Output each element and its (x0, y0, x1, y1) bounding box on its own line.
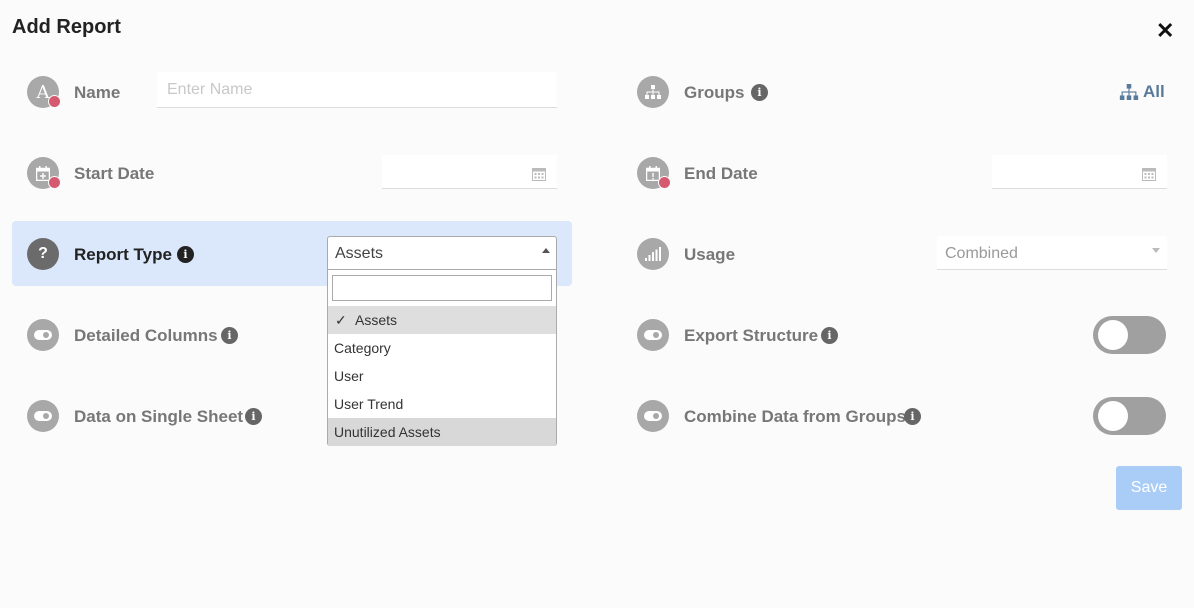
export-structure-info-icon[interactable]: i (821, 327, 838, 344)
combine-groups-info-icon[interactable]: i (904, 408, 921, 425)
option-assets[interactable]: ✓ Assets (328, 306, 556, 334)
option-user-trend[interactable]: User Trend (328, 390, 556, 418)
question-mark: ? (38, 245, 48, 262)
usage-selected: Combined (945, 245, 1018, 262)
chevron-down-icon[interactable] (1152, 248, 1160, 253)
report-type-dropdown: ✓ Assets Category User User Trend Unutil… (327, 270, 557, 446)
groups-label: Groups (684, 83, 745, 102)
usage-icon (637, 238, 669, 270)
signal-bars-icon (645, 247, 661, 261)
option-unutilized-assets[interactable]: Unutilized Assets (328, 418, 556, 446)
export-structure-toggle[interactable] (1093, 316, 1166, 354)
end-date-input[interactable] (992, 155, 1167, 189)
data-single-sheet-label: Data on Single Sheet (74, 407, 244, 426)
required-indicator (48, 176, 61, 189)
combine-groups-toggle[interactable] (1093, 397, 1166, 435)
save-button[interactable]: Save (1116, 466, 1182, 510)
toggle-icon (644, 411, 662, 421)
toggle-field-icon (637, 400, 669, 432)
calendar-icon[interactable] (532, 167, 546, 181)
toggle-knob (1098, 320, 1128, 350)
option-user[interactable]: User (328, 362, 556, 390)
start-date-input[interactable] (382, 155, 557, 189)
report-type-info-icon[interactable]: i (177, 246, 194, 263)
toggle-field-icon (637, 319, 669, 351)
name-label: Name (74, 83, 121, 102)
usage-label: Usage (684, 245, 736, 264)
toggle-field-icon (27, 319, 59, 351)
data-single-sheet-info-icon[interactable]: i (245, 408, 262, 425)
report-type-selected: Assets (335, 245, 384, 262)
option-label: Assets (355, 312, 398, 328)
detailed-columns-info-icon[interactable]: i (221, 327, 238, 344)
report-type-select[interactable]: Assets (327, 236, 557, 270)
dialog-title: Add Report (12, 16, 121, 38)
name-input[interactable] (157, 72, 557, 108)
hierarchy-icon (1119, 84, 1139, 100)
combine-groups-label: Combine Data from Groups (684, 407, 906, 426)
toggle-icon (644, 330, 662, 340)
groups-icon (637, 76, 669, 108)
close-icon[interactable]: ✕ (1156, 20, 1176, 42)
toggle-knob (1098, 401, 1128, 431)
calendar-icon[interactable] (1142, 167, 1156, 181)
toggle-field-icon (27, 400, 59, 432)
toggle-icon (34, 330, 52, 340)
export-structure-label: Export Structure (684, 326, 819, 345)
hierarchy-icon (645, 85, 661, 99)
end-date-label: End Date (684, 164, 758, 183)
start-date-label: Start Date (74, 164, 155, 183)
report-type-search-input[interactable] (332, 275, 552, 301)
groups-info-icon[interactable]: i (751, 84, 768, 101)
option-category[interactable]: Category (328, 334, 556, 362)
groups-all-link[interactable]: All (1119, 82, 1165, 102)
toggle-icon (34, 411, 52, 421)
chevron-up-icon[interactable] (542, 248, 550, 253)
groups-value: All (1143, 82, 1165, 101)
detailed-columns-label: Detailed Columns (74, 326, 218, 345)
required-indicator (658, 176, 671, 189)
usage-select[interactable]: Combined (937, 236, 1167, 270)
check-icon: ✓ (335, 312, 347, 328)
required-indicator (48, 95, 61, 108)
question-icon: ? (27, 238, 59, 270)
report-type-label: Report Type (74, 245, 172, 264)
